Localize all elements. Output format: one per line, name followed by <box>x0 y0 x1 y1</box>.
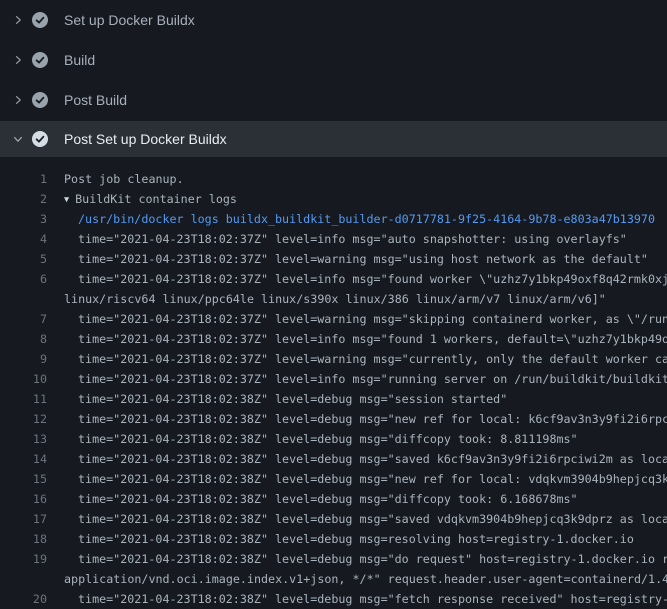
log-row-continuation: application/vnd.oci.image.index.v1+json,… <box>0 569 667 589</box>
success-check-icon <box>32 52 48 68</box>
log-row: 6time="2021-04-23T18:02:37Z" level=info … <box>0 269 667 289</box>
step-row-post-set-up-docker-buildx[interactable]: Post Set up Docker Buildx <box>0 121 667 157</box>
log-row: 12time="2021-04-23T18:02:38Z" level=debu… <box>0 409 667 429</box>
log-row: 1Post job cleanup. <box>0 169 667 189</box>
log-line-number[interactable]: 8 <box>0 329 47 349</box>
log-text: time="2021-04-23T18:02:38Z" level=debug … <box>47 389 507 409</box>
success-check-icon <box>32 92 48 108</box>
log-line-number[interactable]: 11 <box>0 389 47 409</box>
log-line-number[interactable]: 3 <box>0 209 47 229</box>
log-text: time="2021-04-23T18:02:37Z" level=warnin… <box>47 249 648 269</box>
log-row: 18time="2021-04-23T18:02:38Z" level=debu… <box>0 529 667 549</box>
log-line-number[interactable]: 5 <box>0 249 47 269</box>
step-label: Set up Docker Buildx <box>64 12 195 28</box>
log-line-number[interactable]: 2 <box>0 189 47 209</box>
log-line-number[interactable]: 7 <box>0 309 47 329</box>
log-text: time="2021-04-23T18:02:37Z" level=info m… <box>47 369 667 389</box>
log-text: application/vnd.oci.image.index.v1+json,… <box>47 569 667 589</box>
log-group-label: BuildKit container logs <box>75 192 237 206</box>
log-line-number[interactable]: 20 <box>0 589 47 609</box>
success-check-icon <box>32 12 48 28</box>
log-row-continuation: linux/riscv64 linux/ppc64le linux/s390x … <box>0 289 667 309</box>
step-list: Set up Docker Buildx Build Post Build Po… <box>0 0 667 157</box>
log-line-number <box>0 289 47 309</box>
step-row-set-up-docker-buildx[interactable]: Set up Docker Buildx <box>0 0 667 40</box>
log-text: time="2021-04-23T18:02:38Z" level=debug … <box>47 449 667 469</box>
chevron-right-icon <box>12 94 24 106</box>
log-line-number[interactable]: 18 <box>0 529 47 549</box>
log-text: time="2021-04-23T18:02:38Z" level=debug … <box>47 589 667 609</box>
log-text: time="2021-04-23T18:02:37Z" level=warnin… <box>47 309 667 329</box>
log-text: time="2021-04-23T18:02:38Z" level=debug … <box>47 509 667 529</box>
log-row: 16time="2021-04-23T18:02:38Z" level=debu… <box>0 489 667 509</box>
log-line-number[interactable]: 4 <box>0 229 47 249</box>
log-row: 11time="2021-04-23T18:02:38Z" level=debu… <box>0 389 667 409</box>
log-text: time="2021-04-23T18:02:38Z" level=debug … <box>47 469 667 489</box>
log-text: time="2021-04-23T18:02:37Z" level=warnin… <box>47 349 667 369</box>
log-text: time="2021-04-23T18:02:37Z" level=info m… <box>47 229 627 249</box>
log-text: linux/riscv64 linux/ppc64le linux/s390x … <box>47 289 606 309</box>
log-line-number[interactable]: 10 <box>0 369 47 389</box>
log-text: Post job cleanup. <box>47 169 184 189</box>
log-row: 19time="2021-04-23T18:02:38Z" level=debu… <box>0 549 667 569</box>
log-line-number[interactable]: 16 <box>0 489 47 509</box>
log-line-number[interactable]: 12 <box>0 409 47 429</box>
log-row: 20time="2021-04-23T18:02:38Z" level=debu… <box>0 589 667 609</box>
log-row: 7time="2021-04-23T18:02:37Z" level=warni… <box>0 309 667 329</box>
log-text: time="2021-04-23T18:02:38Z" level=debug … <box>47 409 667 429</box>
log-row: 13time="2021-04-23T18:02:38Z" level=debu… <box>0 429 667 449</box>
log-line-number[interactable]: 14 <box>0 449 47 469</box>
chevron-right-icon <box>12 14 24 26</box>
chevron-down-icon <box>12 133 24 145</box>
step-row-build[interactable]: Build <box>0 40 667 80</box>
log-command-text: /usr/bin/docker logs buildx_buildkit_bui… <box>47 209 655 229</box>
log-viewer: 1Post job cleanup.2 ▼ BuildKit container l… <box>0 169 667 609</box>
log-text: time="2021-04-23T18:02:37Z" level=info m… <box>47 329 667 349</box>
log-line-number[interactable]: 15 <box>0 469 47 489</box>
log-text: time="2021-04-23T18:02:38Z" level=debug … <box>47 549 667 569</box>
log-text: time="2021-04-23T18:02:37Z" level=info m… <box>47 269 667 289</box>
log-line-number[interactable]: 13 <box>0 429 47 449</box>
log-line-number[interactable]: 6 <box>0 269 47 289</box>
log-text: time="2021-04-23T18:02:38Z" level=debug … <box>47 529 634 549</box>
chevron-right-icon <box>12 54 24 66</box>
step-label: Build <box>64 52 95 68</box>
log-row: 4time="2021-04-23T18:02:37Z" level=info … <box>0 229 667 249</box>
log-line-number[interactable]: 9 <box>0 349 47 369</box>
log-row: 8time="2021-04-23T18:02:37Z" level=info … <box>0 329 667 349</box>
triangle-down-icon: ▼ <box>64 190 69 209</box>
log-row: 10time="2021-04-23T18:02:37Z" level=info… <box>0 369 667 389</box>
step-row-post-build[interactable]: Post Build <box>0 80 667 120</box>
log-row: 17time="2021-04-23T18:02:38Z" level=debu… <box>0 509 667 529</box>
log-row: 15time="2021-04-23T18:02:38Z" level=debu… <box>0 469 667 489</box>
step-label: Post Set up Docker Buildx <box>64 131 227 147</box>
log-line-number[interactable]: 17 <box>0 509 47 529</box>
log-row: 9time="2021-04-23T18:02:37Z" level=warni… <box>0 349 667 369</box>
log-row: 14time="2021-04-23T18:02:38Z" level=debu… <box>0 449 667 469</box>
log-line-number <box>0 569 47 589</box>
log-row: 5time="2021-04-23T18:02:37Z" level=warni… <box>0 249 667 269</box>
log-line-number[interactable]: 1 <box>0 169 47 189</box>
log-text: time="2021-04-23T18:02:38Z" level=debug … <box>47 489 578 509</box>
log-line-number[interactable]: 19 <box>0 549 47 569</box>
log-group-toggle[interactable]: ▼ BuildKit container logs <box>47 189 237 209</box>
log-row: 3/usr/bin/docker logs buildx_buildkit_bu… <box>0 209 667 229</box>
log-row: 2 ▼ BuildKit container logs <box>0 189 667 209</box>
log-text: time="2021-04-23T18:02:38Z" level=debug … <box>47 429 578 449</box>
success-check-icon <box>32 131 48 147</box>
step-label: Post Build <box>64 92 127 108</box>
